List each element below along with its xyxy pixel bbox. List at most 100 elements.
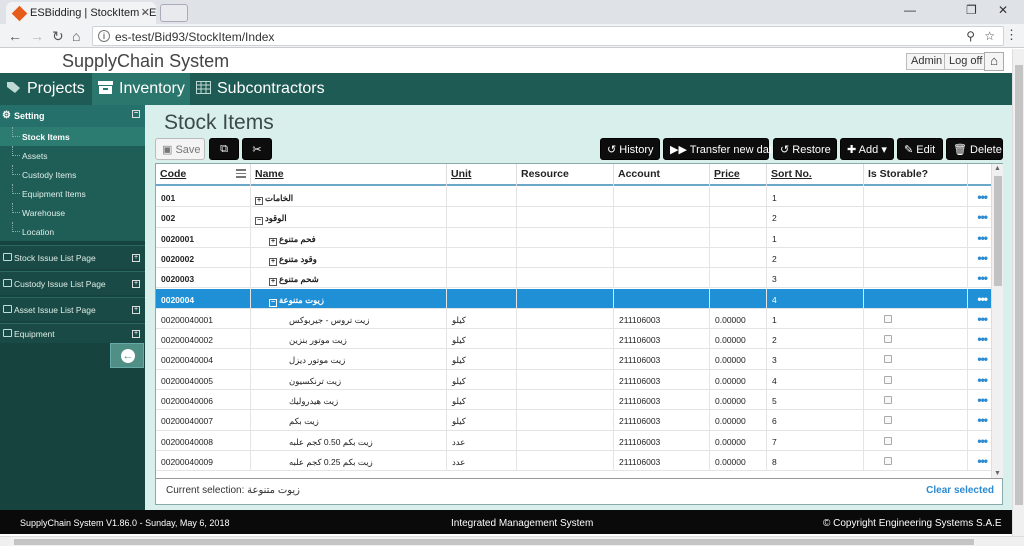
expand-icon[interactable]: +	[132, 330, 140, 338]
delete-button[interactable]: 🗑 Delete	[946, 138, 1003, 160]
zoom-search-icon[interactable]: ⚲	[966, 29, 975, 43]
copy-button[interactable]: ⧉	[209, 138, 239, 160]
row-actions-icon[interactable]: •••	[977, 251, 988, 265]
row-actions-icon[interactable]: •••	[977, 393, 988, 407]
transfer-new-data-button[interactable]: ▶▶ Transfer new data	[663, 138, 778, 160]
is-storable-checkbox[interactable]	[884, 456, 892, 465]
sidebar-collapse-button[interactable]: ←	[110, 343, 144, 368]
sidebar-group-stock-issue[interactable]: Stock Issue List Page +	[0, 245, 145, 269]
row-actions-icon[interactable]: •••	[977, 190, 988, 204]
clear-selected-link[interactable]: Clear selected	[926, 485, 994, 496]
expand-icon[interactable]: +	[269, 257, 277, 266]
sidebar-item-location[interactable]: Location	[0, 222, 145, 241]
table-row[interactable]: 0020001 + فحم متنوع 1 •••	[156, 227, 991, 248]
nav-inventory[interactable]: Inventory	[92, 73, 190, 105]
minimize-icon[interactable]: —	[904, 3, 916, 17]
table-row[interactable]: 00200040008 زيت بكم 0.50 كجم علبه عدد 21110…	[156, 430, 991, 451]
expand-icon[interactable]: +	[132, 306, 140, 314]
table-row[interactable]: 00200040007 زيت بكم كيلو 211106003 0.00000 6 •…	[156, 410, 991, 431]
sidebar-group-asset-issue[interactable]: Asset Issue List Page +	[0, 297, 145, 321]
collapse-icon[interactable]: −	[269, 298, 277, 307]
home-icon[interactable]: ⌂	[72, 28, 80, 44]
add-button[interactable]: ✚ Add ▾	[840, 138, 894, 160]
expand-icon[interactable]: +	[269, 278, 277, 287]
table-row[interactable]: 00200040001 زيت تروس - جيربوكس كيلو 2111060…	[156, 308, 991, 330]
table-row[interactable]: 00200040004 زيت موتور ديزل كيلو 211106003 0.…	[156, 349, 991, 370]
reload-icon[interactable]: ↻	[52, 28, 64, 45]
close-window-icon[interactable]: ✕	[998, 3, 1008, 17]
nav-projects[interactable]: Projects	[0, 73, 92, 105]
column-header-price[interactable]: Price	[710, 164, 767, 186]
grid-scrollbar[interactable]: ▲ ▼	[991, 164, 1003, 478]
browser-menu-icon[interactable]: ⋮	[1005, 27, 1018, 43]
save-button[interactable]: ▣ Save	[155, 138, 205, 160]
table-row[interactable]: 001 + الخامات 1 •••	[156, 187, 991, 208]
sidebar-item-custody-items[interactable]: Custody Items	[0, 165, 145, 184]
collapse-icon[interactable]: −	[255, 217, 263, 226]
scroll-down-icon[interactable]: ▼	[994, 470, 1001, 477]
expand-icon[interactable]: +	[255, 197, 263, 205]
table-row[interactable]: 0020002 + وقود متنوع 2 •••	[156, 247, 991, 269]
page-scroll-thumb[interactable]	[1015, 65, 1023, 505]
row-actions-icon[interactable]: •••	[977, 332, 988, 346]
row-actions-icon[interactable]: •••	[977, 271, 988, 285]
bookmark-star-icon[interactable]: ☆	[984, 29, 995, 43]
column-header-sort-no[interactable]: Sort No.	[767, 164, 864, 186]
expand-icon[interactable]: +	[269, 237, 277, 246]
table-row[interactable]: 00200040006 زيت هيدروليك كيلو 211106003 0.00…	[156, 390, 991, 411]
sidebar-setting-header[interactable]: ⚙ Setting −	[0, 105, 145, 127]
cut-button[interactable]: ✂	[242, 138, 272, 160]
logoff-button[interactable]: Log off	[944, 53, 988, 70]
is-storable-checkbox[interactable]	[884, 436, 892, 445]
expand-icon[interactable]: +	[132, 280, 140, 288]
table-row[interactable]: 00200040002 زيت موتور بنزين كيلو 211106003 0…	[156, 329, 991, 350]
row-actions-icon[interactable]: •••	[977, 312, 988, 326]
table-row[interactable]: 00200040009 زيت بكم 0.25 كجم علبه عدد 21110…	[156, 450, 991, 472]
info-icon[interactable]: i	[98, 30, 110, 42]
admin-button[interactable]: Admin	[906, 53, 948, 70]
column-menu-icon[interactable]	[236, 169, 246, 178]
address-bar[interactable]: i es-test/Bid93/StockItem/Index ⚲ ☆	[92, 26, 1004, 46]
column-header-code[interactable]: Code	[156, 164, 251, 186]
forward-arrow-icon[interactable]: →	[30, 28, 44, 44]
column-header-resource[interactable]: Resource	[517, 164, 614, 186]
page-hscroll-thumb[interactable]	[14, 539, 974, 545]
column-header-is-storable[interactable]: Is Storable?	[864, 164, 968, 186]
row-actions-icon[interactable]: •••	[977, 454, 988, 468]
restore-window-icon[interactable]: ❐	[966, 3, 977, 17]
sidebar-item-warehouse[interactable]: Warehouse	[0, 203, 145, 222]
table-row[interactable]: 002− الوقود 2 •••	[156, 207, 991, 228]
edit-button[interactable]: ✎ Edit	[897, 138, 943, 160]
is-storable-checkbox[interactable]	[884, 375, 892, 384]
nav-subcontractors[interactable]: Subcontractors	[190, 73, 328, 105]
history-button[interactable]: ↺ History	[600, 138, 660, 160]
is-storable-checkbox[interactable]	[884, 416, 892, 425]
sidebar-item-assets[interactable]: Assets	[0, 146, 145, 165]
new-tab-button[interactable]	[160, 4, 188, 22]
column-header-account[interactable]: Account	[614, 164, 710, 186]
row-actions-icon[interactable]: •••	[977, 434, 988, 448]
table-row[interactable]: 00200040005 زيت ترنكسيون كيلو 211106003 0.00…	[156, 369, 991, 390]
table-row[interactable]: 0020004− زيوت متنوعة 4 •••	[156, 288, 991, 309]
page-horizontal-scrollbar[interactable]	[0, 536, 1024, 546]
expand-icon[interactable]: +	[132, 254, 140, 262]
scroll-up-icon[interactable]: ▲	[994, 165, 1001, 172]
scroll-thumb[interactable]	[994, 176, 1002, 286]
restore-button[interactable]: ↺ Restore	[773, 138, 837, 160]
is-storable-checkbox[interactable]	[884, 355, 892, 364]
column-header-name[interactable]: Name	[251, 164, 447, 186]
row-actions-icon[interactable]: •••	[977, 373, 988, 387]
back-arrow-icon[interactable]: ←	[8, 28, 22, 44]
home-button[interactable]: ⌂	[984, 52, 1004, 71]
row-actions-icon[interactable]: •••	[977, 413, 988, 427]
sidebar-item-stock-items[interactable]: Stock Items	[0, 127, 145, 146]
row-actions-icon[interactable]: •••	[977, 231, 988, 245]
is-storable-checkbox[interactable]	[884, 396, 892, 404]
sidebar-group-custody-issue[interactable]: Custody Issue List Page +	[0, 271, 145, 295]
row-actions-icon[interactable]: •••	[977, 352, 988, 366]
page-scrollbar[interactable]	[1012, 49, 1024, 536]
sidebar-group-equipment[interactable]: Equipment +	[0, 323, 145, 343]
row-actions-icon[interactable]: •••	[977, 210, 988, 224]
row-actions-icon[interactable]: •••	[977, 292, 988, 306]
column-header-unit[interactable]: Unit	[447, 164, 517, 186]
